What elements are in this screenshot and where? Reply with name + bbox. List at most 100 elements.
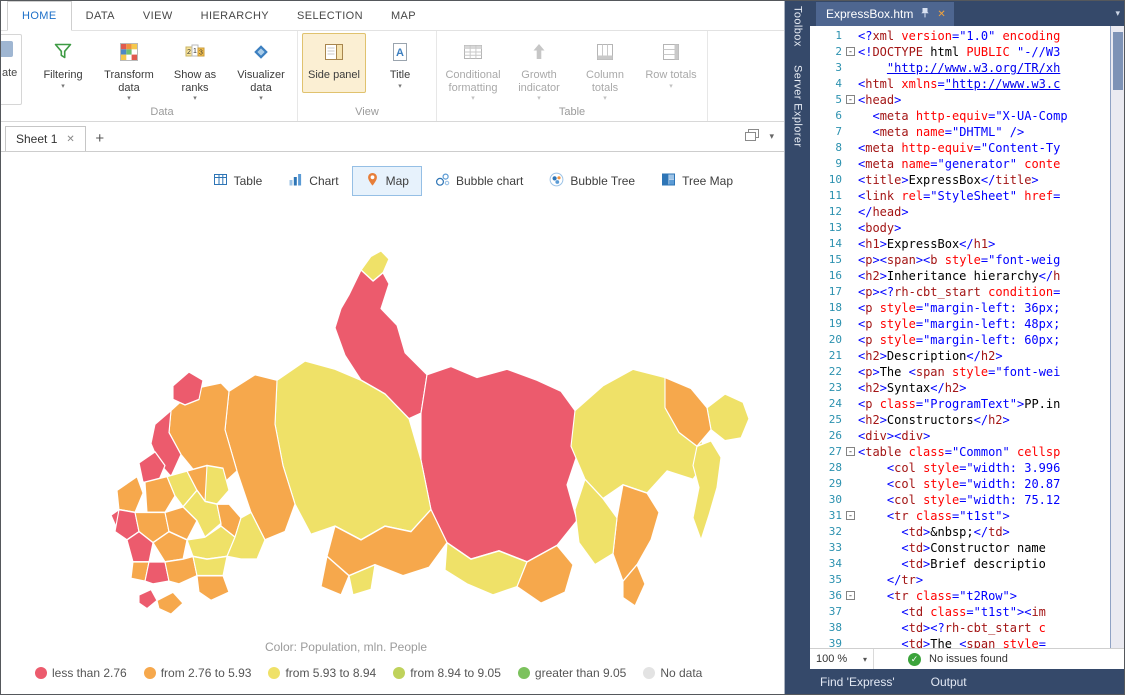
view-button-bubble-tree[interactable]: Bubble Tree <box>536 166 648 196</box>
side-panel-button[interactable]: Side panel <box>302 33 366 93</box>
code-text: </head> <box>858 204 1111 220</box>
menu-tab-home[interactable]: HOME <box>7 1 72 31</box>
code-text: <tr class="t2Row"> <box>858 588 1111 604</box>
legend-color-dot <box>268 667 280 679</box>
close-icon[interactable]: ✕ <box>66 134 74 145</box>
line-number: 27 <box>810 444 845 460</box>
code-editor[interactable]: 1<?xml version="1.0" encoding2-<!DOCTYPE… <box>810 26 1125 648</box>
no-issues-icon: ✓ <box>908 653 921 666</box>
code-text: <p style="margin-left: 48px; <box>858 316 1111 332</box>
zoom-select[interactable]: 100 % ▾ <box>810 649 874 669</box>
code-text: <meta name="DHTML" /> <box>858 124 1111 140</box>
menu-tab-selection[interactable]: SELECTION <box>283 1 377 30</box>
map-region[interactable] <box>139 589 157 608</box>
menu-tab-map[interactable]: MAP <box>377 1 430 30</box>
view-button-table[interactable]: Table <box>200 166 276 196</box>
map-region[interactable] <box>421 366 579 562</box>
fold-collapse-icon[interactable]: - <box>846 447 855 456</box>
document-tab-bar: ExpressBox.htm ✕ ▾ <box>810 1 1125 26</box>
row-totals-button[interactable]: Row totals▾ <box>639 33 703 105</box>
pin-icon[interactable] <box>920 7 930 21</box>
button-label: Show as ranks <box>166 69 224 94</box>
fold-margin <box>845 348 858 364</box>
map-region[interactable] <box>165 556 197 584</box>
map-region[interactable] <box>197 576 229 601</box>
code-line: 13<body> <box>810 220 1111 236</box>
transform-data-button[interactable]: Transform data▾ <box>97 33 161 105</box>
map-region[interactable] <box>173 372 203 405</box>
sheet-tab[interactable]: Sheet 1 ✕ <box>5 126 86 151</box>
chevron-down-icon[interactable]: ▾ <box>769 131 774 142</box>
fold-collapse-icon[interactable]: - <box>846 95 855 104</box>
code-line: 27-<table class="Common" cellsp <box>810 444 1111 460</box>
show-as-ranks-button[interactable]: 213Show as ranks▾ <box>163 33 227 105</box>
line-number: 6 <box>810 108 845 124</box>
visualizer-data-button[interactable]: Visualizer data▾ <box>229 33 293 105</box>
svg-text:A: A <box>396 47 404 59</box>
document-tab[interactable]: ExpressBox.htm ✕ <box>816 2 954 26</box>
arrange-windows-icon[interactable] <box>745 129 759 143</box>
menu-tab-hierarchy[interactable]: HIERARCHY <box>187 1 283 30</box>
fold-margin <box>845 604 858 620</box>
growth-indicator-button[interactable]: Growth indicator▾ <box>507 33 571 105</box>
chevron-down-icon[interactable]: ▾ <box>1115 8 1120 19</box>
filtering-button[interactable]: Filtering▾ <box>31 33 95 105</box>
fold-margin: - <box>845 44 858 60</box>
fold-margin <box>845 204 858 220</box>
add-sheet-label: + <box>95 130 104 147</box>
fold-margin <box>845 300 858 316</box>
tab-find-results[interactable]: Find 'Express' <box>820 675 895 689</box>
menu-tab-data[interactable]: DATA <box>72 1 129 30</box>
fold-margin <box>845 268 858 284</box>
button-label: Filtering <box>43 69 82 82</box>
ribbon-group-data: Filtering▾Transform data▾213Show as rank… <box>27 31 298 121</box>
line-number: 13 <box>810 220 845 236</box>
code-line: 24<p class="ProgramText">PP.in <box>810 396 1111 412</box>
view-button-map[interactable]: Map <box>352 166 422 196</box>
svg-text:2: 2 <box>187 49 191 56</box>
tab-output[interactable]: Output <box>931 675 967 689</box>
code-text: <p><span><b style="font-weig <box>858 252 1111 268</box>
map-region[interactable] <box>693 441 721 540</box>
menu-tab-view[interactable]: VIEW <box>129 1 187 30</box>
fold-collapse-icon[interactable]: - <box>846 511 855 520</box>
line-number: 35 <box>810 572 845 588</box>
view-button-chart[interactable]: Chart <box>275 166 351 196</box>
side-tab-server-explorer[interactable]: Server Explorer <box>792 65 804 147</box>
code-text: <p style="margin-left: 60px; <box>858 332 1111 348</box>
code-text: <?xml version="1.0" encoding <box>858 28 1111 44</box>
code-line: 3 "http://www.w3.org/TR/xh <box>810 60 1111 76</box>
code-line: 33 <td>Constructor name <box>810 540 1111 556</box>
conditional-formatting-button[interactable]: Conditional formatting▾ <box>441 33 505 105</box>
code-line: 4<html xmlns="http://www.w3.c <box>810 76 1111 92</box>
fold-margin: - <box>845 588 858 604</box>
button-label: Row totals <box>645 69 696 82</box>
code-text: <td>Brief descriptio <box>858 556 1111 572</box>
view-button-bubble-chart[interactable]: Bubble chart <box>422 166 536 196</box>
fold-collapse-icon[interactable]: - <box>846 591 855 600</box>
side-tab-toolbox[interactable]: Toolbox <box>792 6 804 47</box>
vertical-scrollbar[interactable] <box>1110 26 1125 648</box>
view-button-tree-map[interactable]: Tree Map <box>648 166 746 196</box>
code-line: 2-<!DOCTYPE html PUBLIC "-//W3 <box>810 44 1111 60</box>
scrollbar-thumb[interactable] <box>1113 32 1123 90</box>
close-icon[interactable]: ✕ <box>937 9 945 20</box>
bi-app-pane: HOMEDATAVIEWHIERARCHYSELECTIONMAP ate Fi… <box>1 1 785 694</box>
fold-collapse-icon[interactable]: - <box>846 47 855 56</box>
legend-item: less than 2.76 <box>35 666 127 680</box>
line-number: 39 <box>810 636 845 648</box>
line-number: 5 <box>810 92 845 108</box>
partial-button[interactable]: ate <box>1 34 22 105</box>
add-sheet-button[interactable]: + <box>86 126 114 151</box>
map-region[interactable] <box>157 592 183 614</box>
title-button[interactable]: ATitle▾ <box>368 33 432 93</box>
dropdown-caret-icon: ▾ <box>259 95 263 103</box>
group-label: View <box>301 105 433 121</box>
map-region[interactable] <box>117 477 143 513</box>
button-label: Conditional formatting <box>444 69 502 94</box>
svg-text:1: 1 <box>193 48 197 55</box>
column-totals-button[interactable]: Column totals▾ <box>573 33 637 105</box>
fold-margin <box>845 492 858 508</box>
line-number: 17 <box>810 284 845 300</box>
map-region[interactable] <box>707 394 749 441</box>
